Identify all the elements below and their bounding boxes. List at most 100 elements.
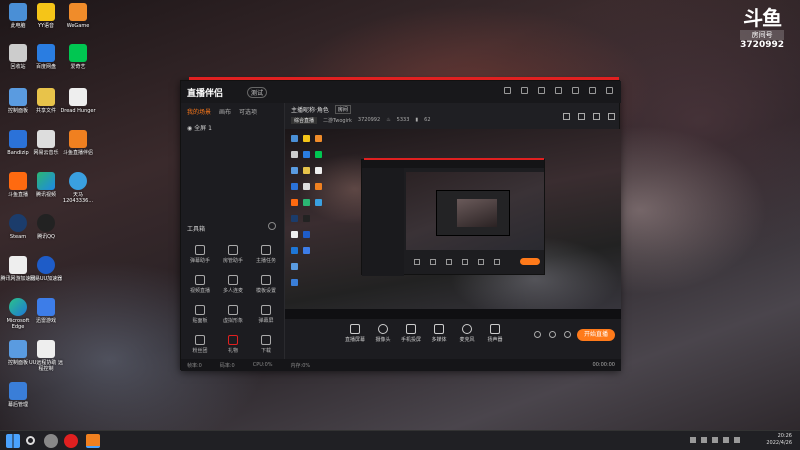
preview-desktop-icon — [303, 199, 310, 206]
desktop-icon-uu-remote[interactable]: UU远程协助 远程控制 — [28, 340, 64, 372]
scene-item[interactable]: ◉ 全屏 1 — [181, 120, 284, 135]
desktop-icon-netease-music[interactable]: 网易云音乐 — [28, 130, 64, 156]
beta-badge[interactable]: 测试 — [247, 87, 268, 98]
maximize-icon[interactable] — [589, 87, 596, 94]
network-icon[interactable] — [712, 437, 718, 443]
desktop-icon-shared[interactable]: 共享文件 — [28, 88, 64, 114]
desktop-icons: 此电脑 YY语音 WeGame 回收站 百度网盘 爱奇艺 控制面板 共享文件 D… — [0, 0, 110, 430]
taskbar: 20:26 2022/4/26 — [0, 430, 800, 450]
nested-live-button — [520, 258, 540, 265]
control-speaker[interactable]: 扬声器 — [481, 324, 509, 343]
stream-preview[interactable] — [285, 129, 621, 319]
desktop-icon-qq[interactable]: 腾讯QQ — [28, 214, 64, 240]
nested-sidebar — [362, 168, 404, 276]
tool-fans[interactable]: 粉丝团 — [183, 335, 217, 354]
admin-icon — [228, 245, 238, 255]
settings-icon[interactable] — [555, 87, 562, 94]
bell-icon[interactable] — [593, 113, 600, 120]
tool-sticker[interactable]: 贴面板 — [183, 305, 217, 324]
preview-desktop-icon — [303, 135, 310, 142]
clock-date: 2022/4/26 — [766, 440, 792, 446]
ime-icon[interactable] — [734, 437, 740, 443]
video-icon — [195, 275, 205, 285]
preview-desktop-icon — [291, 247, 298, 254]
stream-title[interactable]: 主播昵称·角色 — [291, 105, 329, 114]
tool-room-admin[interactable]: 房管助手 — [216, 245, 250, 264]
tasks-icon — [261, 245, 271, 255]
header-action-icons — [563, 113, 615, 120]
message-icon[interactable] — [521, 87, 528, 94]
system-tray — [690, 437, 740, 443]
volume-icon[interactable] — [723, 437, 729, 443]
yy-icon — [37, 3, 55, 21]
chart-icon[interactable] — [578, 113, 585, 120]
clock-time: 20:26 — [777, 433, 792, 439]
control-phone[interactable]: 手机投屏 — [397, 324, 425, 343]
tab-options[interactable]: 可选项 — [239, 107, 257, 116]
camera-icon — [378, 324, 388, 334]
gear-icon[interactable] — [564, 331, 571, 338]
douyu-companion-taskbar-icon[interactable] — [86, 434, 100, 448]
room-pill[interactable]: 房间 — [334, 104, 351, 114]
start-live-button[interactable]: 开始直播 — [577, 329, 615, 341]
tool-gift[interactable]: 礼物 — [216, 335, 250, 354]
nested-control-icon — [446, 259, 452, 265]
control-screen[interactable]: 直播屏幕 — [341, 324, 369, 343]
tray-chevron-icon[interactable] — [690, 437, 696, 443]
control-panel-icon — [9, 340, 27, 358]
accelerator-icon — [9, 256, 27, 274]
tab-canvas[interactable]: 画布 — [219, 107, 231, 116]
control-mic[interactable]: 麦克风 — [453, 324, 481, 343]
tool-danmu[interactable]: 弹幕助手 — [183, 245, 217, 264]
desktop-icon-manage[interactable]: 幕后管理 — [0, 382, 36, 408]
nested-control-icon — [494, 259, 500, 265]
netease-music-taskbar-icon[interactable] — [64, 434, 78, 448]
tray-app-icon[interactable] — [701, 437, 707, 443]
minimize-icon[interactable] — [572, 87, 579, 94]
desktop-icon-iqiyi[interactable]: 爱奇艺 — [60, 44, 96, 70]
desktop-icon-tianma[interactable]: 天马 12043336... — [60, 172, 96, 204]
windows-start-icon[interactable] — [6, 434, 20, 448]
more-icon[interactable] — [268, 222, 276, 230]
file-icon — [37, 340, 55, 358]
desktop-icon-wegame[interactable]: WeGame — [60, 3, 96, 29]
manage-icon — [9, 382, 27, 400]
search-icon[interactable] — [26, 436, 35, 445]
download-icon — [261, 335, 271, 345]
browser-taskbar-icon[interactable] — [44, 434, 58, 448]
control-media[interactable]: 多媒体 — [425, 324, 453, 343]
desktop-icon-tencent-video[interactable]: 腾讯视频 — [28, 172, 64, 198]
gift-icon[interactable] — [504, 87, 511, 94]
control-camera[interactable]: 摄像头 — [369, 324, 397, 343]
desktop-icon-baidu[interactable]: 百度网盘 — [28, 44, 64, 70]
close-icon[interactable] — [606, 87, 613, 94]
preview-desktop-icon — [315, 199, 322, 206]
tool-video-live[interactable]: 视频直播 — [183, 275, 217, 294]
screen-icon — [261, 305, 271, 315]
tool-template[interactable]: 模板设置 — [249, 275, 283, 294]
tab-my-scenes[interactable]: 我的场景 — [187, 107, 211, 116]
desktop-icon-douyu-companion[interactable]: 斗鱼直播伴侣 — [60, 130, 96, 156]
tool-multi-mic[interactable]: 多人连麦 — [216, 275, 250, 294]
nested-control-icon — [478, 259, 484, 265]
eye-icon[interactable]: ◉ — [187, 125, 192, 132]
desktop-icon-dread-hunger[interactable]: Dread Hunger — [60, 88, 96, 114]
qq-icon — [37, 214, 55, 232]
view-icon[interactable] — [549, 331, 556, 338]
share-icon[interactable] — [608, 113, 615, 120]
desktop-icon-uu-accel[interactable]: 网易UU加速器 — [28, 256, 64, 282]
gift-icon[interactable] — [563, 113, 570, 120]
status-cpu: CPU:0% — [252, 362, 273, 368]
category-badge[interactable]: 综合直播 — [291, 116, 318, 124]
tool-tasks[interactable]: 主播任务 — [249, 245, 283, 264]
desktop-icon-yy[interactable]: YY语音 — [28, 3, 64, 29]
clock[interactable]: 20:26 2022/4/26 — [766, 433, 792, 447]
sidebar-tabs: 我的场景 画布 可选项 — [181, 103, 284, 120]
preview-desktop-icon — [315, 183, 322, 190]
tool-download[interactable]: 下载 — [249, 335, 283, 354]
tool-danmu-screen[interactable]: 弹幕屏 — [249, 305, 283, 324]
record-icon[interactable] — [534, 331, 541, 338]
tool-avatar[interactable]: 虚拟形象 — [216, 305, 250, 324]
desktop-icon-xunlei[interactable]: 迅雷游戏 — [28, 298, 64, 324]
screen-icon[interactable] — [538, 87, 545, 94]
